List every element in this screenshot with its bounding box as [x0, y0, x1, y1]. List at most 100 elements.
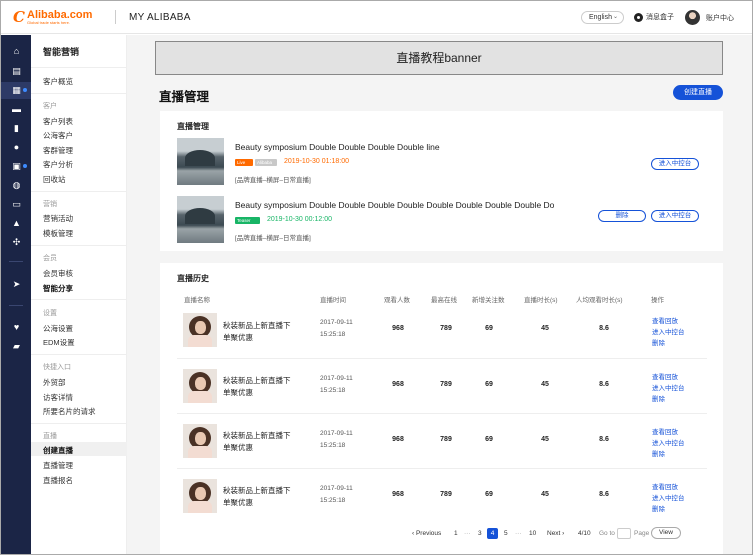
pagination-page-3[interactable]: 3 — [478, 530, 482, 537]
marketing-menu: 智能营销 客户概览 客户 客户列表 公海客户 客群管理 客户分析 回收站 营销 … — [31, 35, 127, 554]
tutorial-banner[interactable]: 直播教程banner — [155, 41, 723, 75]
view-button[interactable]: View — [651, 527, 681, 539]
heart-icon[interactable]: ♥ — [12, 323, 21, 332]
menu-item-overview[interactable]: 客户概览 — [43, 76, 73, 87]
menu-item-marketing-activity[interactable]: 营销活动 — [43, 213, 73, 224]
menu-item-public-settings[interactable]: 公海设置 — [43, 323, 73, 334]
menu-divider — [31, 191, 127, 192]
document-icon[interactable]: ▣ — [12, 162, 21, 171]
create-live-button[interactable]: 创建直播 — [673, 85, 723, 100]
menu-item-recycle-bin[interactable]: 回收站 — [43, 174, 66, 185]
view-replay-link[interactable]: 查看回放 — [652, 371, 678, 381]
live-category: [品牌直播–横屏–日常直播] — [235, 177, 311, 184]
enter-console-link[interactable]: 进入中控台 — [652, 492, 685, 502]
view-replay-link[interactable]: 查看回放 — [652, 426, 678, 436]
header-divider — [115, 10, 116, 24]
delete-button[interactable]: 删除 — [598, 210, 646, 222]
history-name[interactable]: 秋装新品上新直播下 — [223, 375, 291, 386]
store-icon[interactable]: ▤ — [12, 67, 21, 76]
history-row: 秋装新品上新直播下 单聚优惠 2017-09-11 15:25:18 968 7… — [177, 313, 717, 368]
bank-icon[interactable]: ▲ — [12, 219, 21, 228]
viewers-count: 968 — [392, 491, 404, 498]
menu-title: 智能营销 — [43, 47, 80, 57]
enter-console-button[interactable]: 进入中控台 — [651, 210, 699, 222]
menu-item-create-live[interactable]: 创建直播 — [43, 445, 73, 456]
pagination-page-5[interactable]: 5 — [504, 530, 508, 537]
pagination-page-10[interactable]: 10 — [529, 530, 536, 537]
chart-icon[interactable]: ▮ — [12, 124, 21, 133]
home-icon[interactable]: ⌂ — [12, 47, 21, 56]
menu-item-sales-dept[interactable]: 外贸部 — [43, 377, 66, 388]
delete-link[interactable]: 删除 — [652, 448, 665, 458]
history-thumbnail[interactable] — [183, 424, 217, 458]
globe-icon[interactable]: ◍ — [12, 181, 21, 190]
menu-item-customer-analysis[interactable]: 客户分析 — [43, 159, 73, 170]
pagination-page-1[interactable]: 1 — [454, 530, 458, 537]
send-icon[interactable]: ➤ — [12, 280, 21, 289]
enter-console-link[interactable]: 进入中控台 — [652, 382, 685, 392]
enter-console-button[interactable]: 进入中控台 — [651, 158, 699, 170]
menu-divider — [31, 93, 127, 94]
pagination-ellipsis: ··· — [464, 530, 471, 537]
history-name-line2[interactable]: 单聚优惠 — [223, 442, 253, 453]
goto-page-input[interactable] — [617, 528, 631, 539]
view-replay-link[interactable]: 查看回放 — [652, 315, 678, 325]
history-thumbnail[interactable] — [183, 369, 217, 403]
message-box-link[interactable]: 消息盒子 — [634, 12, 674, 22]
delete-link[interactable]: 删除 — [652, 503, 665, 513]
live-thumbnail[interactable] — [177, 138, 224, 185]
network-icon[interactable]: ✣ — [12, 238, 21, 247]
enter-console-link[interactable]: 进入中控台 — [652, 437, 685, 447]
menu-item-member-review[interactable]: 会员审核 — [43, 268, 73, 279]
goto-label: Go to — [599, 530, 615, 537]
truck-icon[interactable]: ▭ — [12, 200, 21, 209]
pagination-next[interactable]: Next › — [547, 530, 564, 537]
history-name[interactable]: 秋装新品上新直播下 — [223, 430, 291, 441]
peak-online: 789 — [440, 381, 452, 388]
alibaba-logo[interactable]: C Alibaba.com Global trade starts here. — [13, 8, 101, 26]
delete-link[interactable]: 删除 — [652, 337, 665, 347]
new-follows: 69 — [485, 381, 493, 388]
menu-item-live-signup[interactable]: 直播报名 — [43, 475, 73, 486]
language-select[interactable]: English ⌄ — [581, 11, 624, 24]
history-name-line2[interactable]: 单聚优惠 — [223, 332, 253, 343]
menu-item-live-management[interactable]: 直播管理 — [43, 460, 73, 471]
enter-console-link[interactable]: 进入中控台 — [652, 326, 685, 336]
column-header: 直播时长(s) — [524, 297, 558, 304]
history-thumbnail[interactable] — [183, 313, 217, 347]
column-header: 最高在线 — [431, 297, 457, 304]
menu-divider — [31, 354, 127, 355]
pagination-current-page[interactable]: 4 — [487, 528, 498, 539]
column-header: 操作 — [651, 297, 664, 304]
menu-item-visitor-details[interactable]: 访客详情 — [43, 392, 73, 403]
menu-item-templates[interactable]: 模板管理 — [43, 228, 73, 239]
pagination-previous[interactable]: ‹ Previous — [412, 530, 441, 537]
menu-item-edm-settings[interactable]: EDM设置 — [43, 337, 75, 348]
menu-item-card-requests[interactable]: 所要名片的请求 — [43, 406, 96, 417]
menu-divider — [31, 245, 127, 246]
live-thumbnail[interactable] — [177, 196, 224, 243]
grid-icon[interactable]: ▦ — [12, 86, 21, 95]
briefcase-icon[interactable]: ▰ — [12, 342, 21, 351]
history-name-line2[interactable]: 单聚优惠 — [223, 497, 253, 508]
account-center-link[interactable]: 账户中心 — [706, 13, 734, 23]
users-icon[interactable]: ● — [12, 143, 21, 152]
row-divider — [177, 413, 707, 414]
history-name-line2[interactable]: 单聚优惠 — [223, 387, 253, 398]
menu-item-smart-sharing[interactable]: 智能分享 — [43, 283, 73, 294]
menu-group-members: 会员 — [43, 255, 57, 262]
logo-mark-icon: C — [13, 8, 25, 26]
view-replay-link[interactable]: 查看回放 — [652, 481, 678, 491]
menu-item-customer-groups[interactable]: 客群管理 — [43, 145, 73, 156]
delete-link[interactable]: 删除 — [652, 393, 665, 403]
chat-icon[interactable]: ▬ — [12, 105, 21, 114]
notification-dot — [23, 88, 27, 92]
menu-item-customer-list[interactable]: 客户列表 — [43, 116, 73, 127]
live-tag: Live — [235, 159, 253, 166]
message-label: 消息盒子 — [646, 14, 674, 21]
history-thumbnail[interactable] — [183, 479, 217, 513]
history-name[interactable]: 秋装新品上新直播下 — [223, 320, 291, 331]
menu-item-public-customers[interactable]: 公海客户 — [43, 130, 73, 141]
history-name[interactable]: 秋装新品上新直播下 — [223, 485, 291, 496]
user-avatar[interactable] — [685, 10, 700, 25]
